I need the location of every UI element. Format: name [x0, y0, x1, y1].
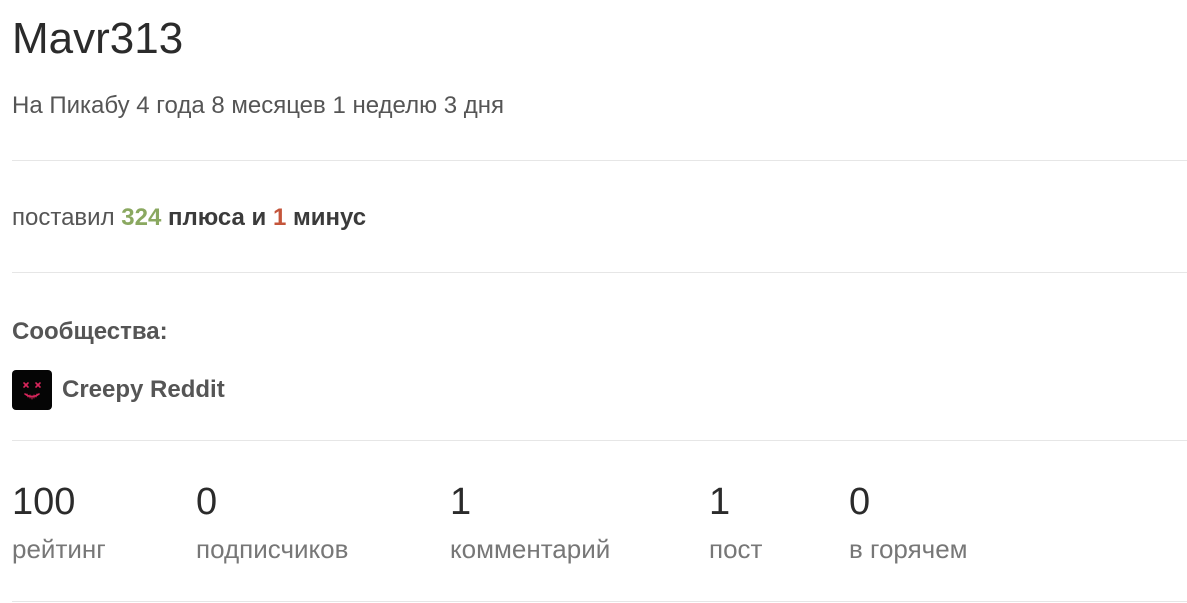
votes-summary: поставил 324 плюса и 1 минус [12, 202, 366, 234]
stat-label: комментарий [450, 534, 611, 564]
masked-face-avatar-icon [12, 370, 52, 410]
stat-value: 100 [12, 481, 76, 523]
stat-label: подписчиков [196, 534, 349, 564]
community-link-creepy-reddit[interactable]: Creepy Reddit [12, 370, 225, 410]
stat-comments: 1 комментарий [450, 478, 610, 566]
divider [12, 160, 1187, 161]
stat-value: 1 [450, 481, 472, 523]
divider [12, 440, 1187, 441]
plus-label: плюса и [167, 204, 267, 231]
stat-rating: 100 рейтинг [12, 478, 106, 566]
stat-label: пост [709, 534, 763, 564]
plus-count: 324 [121, 204, 162, 231]
divider [12, 272, 1187, 273]
divider [12, 601, 1187, 602]
stat-value: 1 [709, 481, 731, 523]
stat-subscribers: 0 подписчиков [196, 478, 348, 566]
votes-prefix: поставил [12, 204, 115, 231]
minus-count: 1 [272, 204, 287, 231]
stat-posts: 1 пост [709, 478, 762, 566]
stat-label: в горячем [849, 534, 968, 564]
stat-hot: 0 в горячем [849, 478, 968, 566]
profile-tenure: На Пикабу 4 года 8 месяцев 1 неделю 3 дн… [12, 92, 505, 119]
profile-card: Mavr313 На Пикабу 4 года 8 месяцев 1 нед… [0, 0, 1187, 603]
community-name: Creepy Reddit [62, 376, 225, 403]
stat-value: 0 [849, 481, 871, 523]
profile-username: Mavr313 [12, 14, 184, 63]
stat-label: рейтинг [12, 534, 106, 564]
minus-label: минус [293, 204, 367, 231]
communities-title: Сообщества: [12, 318, 168, 345]
stat-value: 0 [196, 481, 218, 523]
